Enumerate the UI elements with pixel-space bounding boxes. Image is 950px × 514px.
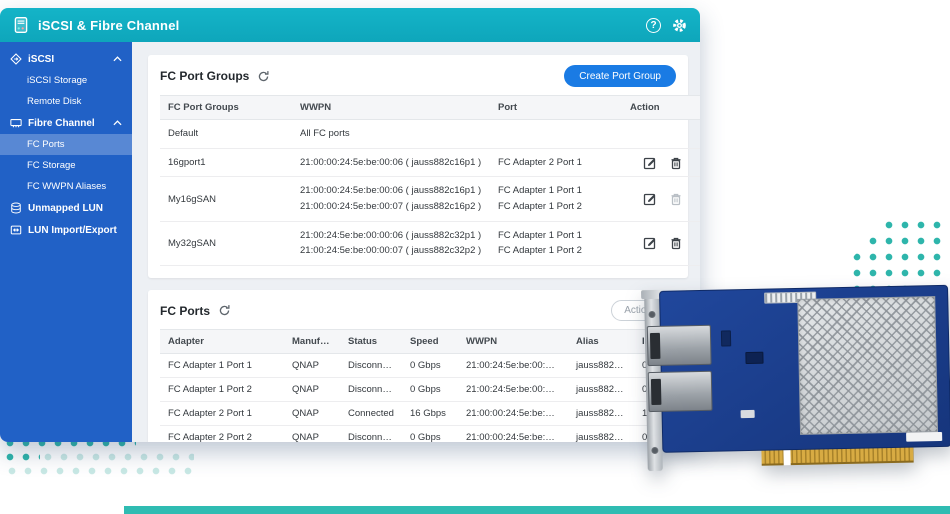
screenshot-root: iSCSI & Fibre Channel ? iSCSI iSCSI Stor… <box>0 0 950 514</box>
sfp-port-2 <box>648 371 713 412</box>
column-header[interactable]: Speed <box>402 330 458 354</box>
help-icon[interactable]: ? <box>646 18 661 33</box>
sidebar-item-fc-ports[interactable]: FC Ports <box>0 134 132 155</box>
column-header[interactable]: WWPN <box>458 330 568 354</box>
page-title: iSCSI & Fibre Channel <box>38 18 179 33</box>
bracket-screw-hole <box>651 447 658 454</box>
import-export-icon <box>10 224 22 236</box>
database-icon <box>10 202 22 214</box>
gear-icon[interactable] <box>671 17 688 34</box>
pcb-component <box>745 352 763 364</box>
table-row[interactable]: FC Adapter 2 Port 2 QNAP Disconnect... 0… <box>160 426 700 442</box>
refresh-icon[interactable] <box>257 70 270 83</box>
fc-port-groups-table: FC Port Groups WWPN Port Action Default … <box>160 95 700 266</box>
pcb-component <box>721 330 731 346</box>
bracket-screw-hole <box>648 311 655 318</box>
create-port-group-button[interactable]: Create Port Group <box>564 65 676 87</box>
trash-icon <box>669 192 683 206</box>
table-row[interactable]: 16gport1 21:00:00:24:5e:be:00:06 ( jauss… <box>160 148 700 177</box>
table-row[interactable]: My32gSAN 21:00:24:5e:be:00:00:06 ( jauss… <box>160 221 700 265</box>
port-group-name: 16gport1 <box>160 148 292 177</box>
sidebar: iSCSI iSCSI Storage Remote Disk Fibre Ch… <box>0 42 132 442</box>
pcb-component <box>741 410 755 418</box>
main-content: FC Port Groups Create Port Group FC Port… <box>132 42 700 442</box>
column-header[interactable]: FC Port Groups <box>160 96 292 120</box>
fibre-channel-adapter-photo <box>640 283 950 483</box>
iscsi-icon <box>10 53 22 65</box>
chevron-up-icon <box>113 120 122 126</box>
app-window: iSCSI & Fibre Channel ? iSCSI iSCSI Stor… <box>0 8 700 442</box>
column-header[interactable]: Adapter <box>160 330 284 354</box>
sidebar-item-iscsi-storage[interactable]: iSCSI Storage <box>0 70 132 91</box>
table-row[interactable]: FC Adapter 1 Port 2 QNAP Disconnect... 0… <box>160 378 700 402</box>
edit-icon[interactable] <box>643 156 657 170</box>
nas-device-icon <box>12 16 30 34</box>
trash-icon[interactable] <box>669 236 683 250</box>
column-header[interactable]: Manufa... <box>284 330 340 354</box>
decorative-dots-bottom-left <box>8 467 192 481</box>
sidebar-item-unmapped-lun[interactable]: Unmapped LUN <box>0 197 132 219</box>
decorative-dots-bottom-left <box>44 453 194 467</box>
table-row[interactable]: FC Adapter 1 Port 1 QNAP Disconnect... 0… <box>160 354 700 378</box>
table-row[interactable]: My16gSAN 21:00:00:24:5e:be:00:06 ( jauss… <box>160 177 700 221</box>
fc-ports-table: Adapter Manufa... Status Speed WWPN Alia… <box>160 329 700 442</box>
sidebar-item-iscsi[interactable]: iSCSI <box>0 48 132 70</box>
pcie-edge-connector <box>761 448 913 466</box>
sidebar-item-fc-storage[interactable]: FC Storage <box>0 155 132 176</box>
pcb-label-sticker <box>906 432 942 442</box>
column-header[interactable]: Status <box>340 330 402 354</box>
fc-ports-panel: FC Ports Action Adapter <box>148 290 688 442</box>
fc-port-groups-panel: FC Port Groups Create Port Group FC Port… <box>148 55 688 278</box>
teal-bottom-bar <box>124 506 950 514</box>
title-bar: iSCSI & Fibre Channel ? <box>0 8 700 42</box>
column-header[interactable]: WWPN <box>292 96 490 120</box>
sidebar-item-remote-disk[interactable]: Remote Disk <box>0 91 132 112</box>
column-header[interactable]: Port <box>490 96 622 120</box>
column-header: Action <box>622 96 700 120</box>
fc-port-groups-title: FC Port Groups <box>160 69 249 83</box>
column-header[interactable]: Alias <box>568 330 634 354</box>
fc-ports-title: FC Ports <box>160 304 210 318</box>
trash-icon[interactable] <box>669 156 683 170</box>
table-row[interactable]: Default All FC ports <box>160 120 700 149</box>
fibre-channel-icon <box>10 117 22 129</box>
heatsink <box>797 296 938 435</box>
chevron-up-icon <box>113 56 122 62</box>
edit-icon[interactable] <box>643 192 657 206</box>
adapter-pcb <box>659 285 950 453</box>
decorative-dots-bottom-left <box>6 453 40 467</box>
sidebar-item-fc-wwpn-aliases[interactable]: FC WWPN Aliases <box>0 176 132 197</box>
port-group-name: Default <box>160 120 292 149</box>
refresh-icon[interactable] <box>218 304 231 317</box>
sidebar-item-fibre-channel[interactable]: Fibre Channel <box>0 112 132 134</box>
edit-icon[interactable] <box>643 236 657 250</box>
sidebar-item-lun-import-export[interactable]: LUN Import/Export <box>0 219 132 241</box>
sfp-port-1 <box>647 325 712 366</box>
port-group-name: My16gSAN <box>160 177 292 221</box>
pcie-key-notch <box>783 450 790 465</box>
port-group-name: My32gSAN <box>160 221 292 265</box>
table-row[interactable]: FC Adapter 2 Port 1 QNAP Connected 16 Gb… <box>160 402 700 426</box>
